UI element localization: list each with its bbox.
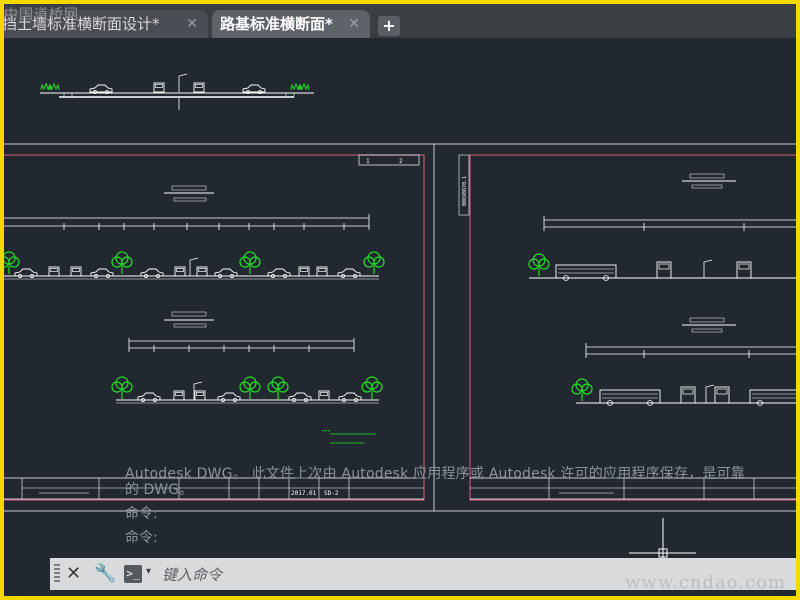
page-number: 2 [399,158,403,165]
right-lower-section [571,317,796,406]
upper-cross-section [4,185,385,280]
close-icon[interactable]: ✕ [186,10,198,38]
watermark-url: www.cndao.com [625,572,786,593]
overview-cross-section [40,73,314,110]
car-icon [89,84,113,95]
chevron-down-icon[interactable]: ▾ [146,566,151,577]
cad-window: 挡土墙标准横断面设计* ✕ 路基标准横断面* ✕ + 中国道桥网 1 2 ▸▸▸… [4,4,796,596]
sheet-side-label: 00690870.1 [462,176,468,206]
tree-icon [111,251,133,275]
tab-roadbed-section[interactable]: 路基标准横断面* ✕ [212,10,370,38]
watermark-logo: 中国道桥网 [4,7,79,23]
page-number: 1 [366,158,370,165]
close-icon[interactable]: ✕ [66,562,86,586]
command-history: Autodesk DWG。 此文件上次由 Autodesk 应用程序或 Auto… [125,462,796,550]
lower-cross-section: ▸▸▸ [111,311,383,444]
wrench-icon[interactable]: 🔧 [94,562,116,586]
document-tab-bar: 挡土墙标准横断面设计* ✕ 路基标准横断面* ✕ + 中国道桥网 [4,4,796,38]
left-sheet: 1 2 ▸▸▸ 2017.01 SD-2 [4,154,425,501]
command-prompt-icon[interactable]: >_ [124,565,142,583]
command-history-line: 命令: [125,530,158,546]
right-sheet: 00690870.1 [458,154,796,501]
tab-label: 路基标准横断面* [220,15,333,33]
right-upper-section [528,173,796,281]
drag-handle[interactable] [54,564,60,584]
plus-icon[interactable]: + [378,16,400,36]
bus-icon [555,264,617,281]
svg-text:▸▸▸: ▸▸▸ [322,428,331,434]
command-history-line: 命令: [125,506,158,522]
close-icon[interactable]: ✕ [348,10,360,38]
command-history-line: Autodesk DWG。 此文件上次由 Autodesk 应用程序或 Auto… [125,466,745,482]
